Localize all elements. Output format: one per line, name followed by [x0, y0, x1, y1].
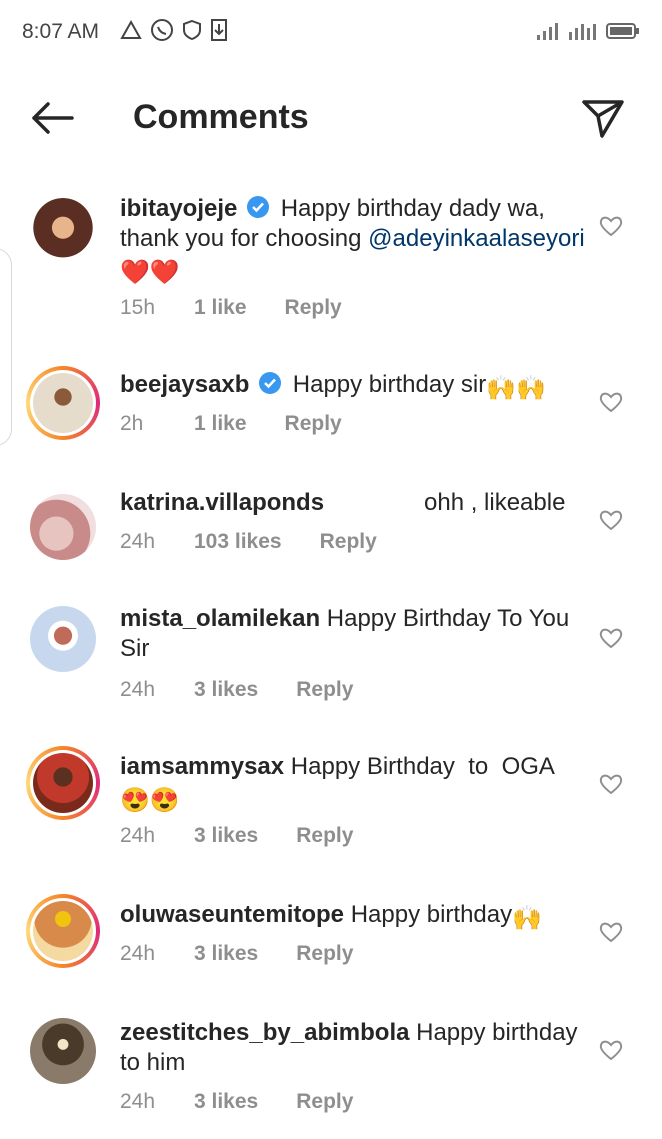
avatar[interactable] — [26, 366, 100, 440]
comment-username[interactable]: zeestitches_by_abimbola — [120, 1019, 409, 1046]
comment-body: ohh , likeable — [424, 489, 566, 516]
signal-icon — [537, 23, 558, 40]
comment-emoji: 🙌 — [512, 905, 543, 932]
reply-button[interactable]: Reply — [296, 824, 353, 848]
avatar-image — [33, 901, 93, 961]
avatar[interactable] — [26, 194, 100, 268]
reply-button[interactable]: Reply — [296, 678, 353, 702]
avatar-image — [30, 198, 96, 264]
avatar[interactable] — [26, 894, 100, 968]
comment-username[interactable]: ibitayojeje — [120, 195, 237, 222]
comment-username[interactable]: mista_olamilekan — [120, 605, 320, 632]
verified-badge-icon — [259, 372, 282, 394]
comment-time: 24h — [120, 1090, 156, 1113]
heart-icon[interactable] — [598, 214, 624, 238]
comment-likes[interactable]: 103 likes — [194, 530, 282, 554]
comment-time: 15h — [120, 296, 156, 319]
comment-meta: 15h 1 like Reply — [120, 296, 342, 320]
heart-icon[interactable] — [598, 626, 624, 650]
comment-time: 24h — [120, 530, 156, 553]
comment-text: mista_olamilekan Happy Birthday To You S… — [120, 604, 590, 664]
comment-likes[interactable]: 3 likes — [194, 824, 258, 848]
heart-icon[interactable] — [598, 920, 624, 944]
comment-likes[interactable]: 3 likes — [194, 942, 258, 966]
avatar[interactable] — [26, 746, 100, 820]
shield-icon — [183, 19, 201, 41]
page-title: Comments — [133, 98, 309, 136]
status-right — [536, 20, 640, 42]
comment-meta: 24h 103 likes Reply — [120, 530, 377, 554]
reply-button[interactable]: Reply — [296, 1090, 353, 1114]
comment-body: Happy birthday — [350, 901, 513, 928]
comment-time: 24h — [120, 942, 156, 965]
comment-likes[interactable]: 1 like — [194, 412, 247, 436]
comment-mention[interactable]: @adeyinkaalaseyori — [368, 225, 584, 252]
comment-text: beejaysaxb Happy birthday sir🙌🙌 — [120, 370, 590, 404]
battery-icon — [606, 23, 639, 39]
comment-username[interactable]: katrina.villaponds — [120, 489, 324, 516]
comment-meta: 24h 3 likes Reply — [120, 942, 353, 966]
comment-emoji: 🙌🙌 — [486, 375, 546, 402]
comment-text: katrina.villaponds ohh , likeable — [120, 488, 590, 518]
avatar-image — [30, 494, 96, 560]
heart-icon[interactable] — [598, 1038, 624, 1062]
heart-icon[interactable] — [598, 390, 624, 414]
comment-username[interactable]: iamsammysax — [120, 753, 284, 780]
whatsapp-icon — [151, 19, 173, 41]
comment-likes[interactable]: 3 likes — [194, 678, 258, 702]
comment-likes[interactable]: 3 likes — [194, 1090, 258, 1114]
comment-time: 2h — [120, 412, 144, 435]
comment-time: 24h — [120, 678, 156, 701]
avatar[interactable] — [26, 1014, 100, 1088]
signal-icon-2 — [569, 24, 596, 40]
download-icon — [211, 19, 227, 41]
avatar[interactable] — [26, 490, 100, 564]
comment-text: ibitayojeje Happy birthday dady wa, than… — [120, 194, 590, 288]
avatar-image — [33, 373, 93, 433]
comment-meta: 24h 3 likes Reply — [120, 678, 353, 702]
comment-emoji: 😍😍 — [120, 787, 180, 814]
avatar-image — [30, 606, 96, 672]
header: Comments — [0, 86, 662, 150]
comment-meta: 24h 3 likes Reply — [120, 1090, 353, 1114]
comment-meta: 24h 3 likes Reply — [120, 824, 353, 848]
status-bar: 8:07 AM — [0, 0, 662, 66]
comment-body: Happy Birthday to OGA — [290, 753, 554, 780]
comment-username[interactable]: oluwaseuntemitope — [120, 901, 344, 928]
reply-button[interactable]: Reply — [320, 530, 377, 554]
status-icons — [120, 18, 228, 42]
avatar[interactable] — [26, 602, 100, 676]
heart-icon[interactable] — [598, 772, 624, 796]
comment-text: zeestitches_by_abimbola Happy birthday t… — [120, 1018, 590, 1078]
reply-button[interactable]: Reply — [285, 296, 342, 320]
comment-time: 24h — [120, 824, 156, 847]
reply-button[interactable]: Reply — [296, 942, 353, 966]
comment-meta: 2h 1 like Reply — [120, 412, 342, 436]
comment-emoji: ❤️❤️ — [120, 259, 180, 286]
status-time: 8:07 AM — [22, 20, 100, 43]
avatar-image — [33, 753, 93, 813]
delta-icon — [120, 19, 142, 39]
comment-text: oluwaseuntemitope Happy birthday🙌 — [120, 900, 590, 934]
heart-icon[interactable] — [598, 508, 624, 532]
back-arrow-icon[interactable] — [28, 98, 76, 138]
avatar-image — [30, 1018, 96, 1084]
comment-text: iamsammysax Happy Birthday to OGA 😍😍 — [120, 752, 590, 816]
reply-button[interactable]: Reply — [285, 412, 342, 436]
send-icon[interactable] — [580, 96, 626, 140]
side-panel-edge — [0, 248, 12, 446]
comment-username[interactable]: beejaysaxb — [120, 371, 249, 398]
comment-likes[interactable]: 1 like — [194, 296, 247, 320]
comment-body: Happy birthday sir — [292, 371, 487, 398]
verified-badge-icon — [247, 196, 270, 218]
